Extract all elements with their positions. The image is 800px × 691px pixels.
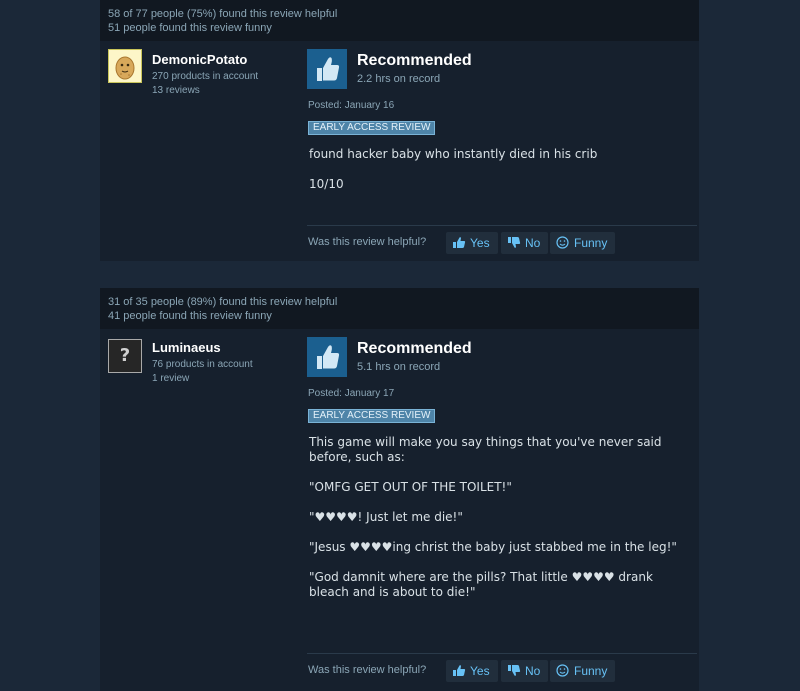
no-label: No <box>525 236 541 250</box>
vote-funny-button[interactable]: Funny <box>550 232 616 254</box>
thumbs-down-icon <box>508 665 521 676</box>
review-content: This game will make you say things that … <box>309 435 689 615</box>
review-body: DemonicPotato 270 products in account 13… <box>100 41 699 261</box>
thumbs-up-icon <box>453 665 466 676</box>
thumbs-down-icon <box>508 237 521 248</box>
review-body: ? Luminaeus 76 products in account 1 rev… <box>100 329 699 691</box>
author-reviews[interactable]: 13 reviews <box>152 84 258 98</box>
author-reviews[interactable]: 1 review <box>152 372 253 386</box>
potato-avatar <box>109 50 141 82</box>
avatar[interactable]: ? <box>108 339 142 373</box>
helpful-question: Was this review helpful? <box>308 664 427 676</box>
recommendation-title[interactable]: Recommended <box>357 340 472 358</box>
recommendation-title[interactable]: Recommended <box>357 52 472 70</box>
author-info: Luminaeus 76 products in account 1 revie… <box>152 340 253 386</box>
review-paragraph: "♥♥♥♥! Just let me die!" <box>309 510 463 524</box>
hours-on-record: 5.1 hrs on record <box>357 361 441 373</box>
early-access-badge: EARLY ACCESS REVIEW <box>308 121 436 135</box>
review-paragraph: "Jesus ♥♥♥♥ing christ the baby just stab… <box>309 540 677 554</box>
vote-yes-button[interactable]: Yes <box>446 660 498 682</box>
helpful-question: Was this review helpful? <box>308 236 427 248</box>
hours-on-record: 2.2 hrs on record <box>357 73 441 85</box>
vote-funny-button[interactable]: Funny <box>550 660 616 682</box>
vote-yes-button[interactable]: Yes <box>446 232 498 254</box>
helpful-stat: 58 of 77 people (75%) found this review … <box>108 8 338 20</box>
early-access-badge: EARLY ACCESS REVIEW <box>308 409 436 423</box>
review-card: 58 of 77 people (75%) found this review … <box>100 0 699 261</box>
funny-label: Funny <box>574 236 608 250</box>
review-card: 31 of 35 people (89%) found this review … <box>100 288 699 691</box>
review-content: found hacker baby who instantly died in … <box>309 147 689 207</box>
review-paragraph: "God damnit where are the pills? That li… <box>309 570 653 599</box>
no-label: No <box>525 664 541 678</box>
yes-label: Yes <box>470 236 490 250</box>
vote-no-button[interactable]: No <box>501 660 549 682</box>
vote-no-button[interactable]: No <box>501 232 549 254</box>
posted-date: Posted: January 17 <box>308 388 395 399</box>
thumbs-up-icon <box>307 337 347 377</box>
funny-stat: 41 people found this review funny <box>108 310 272 322</box>
author-name[interactable]: DemonicPotato <box>152 52 258 67</box>
funny-stat: 51 people found this review funny <box>108 22 272 34</box>
author-products[interactable]: 76 products in account <box>152 358 253 372</box>
divider <box>307 225 697 226</box>
author-name[interactable]: Luminaeus <box>152 340 253 355</box>
smiley-icon <box>556 664 569 677</box>
smiley-icon <box>556 236 569 249</box>
avatar[interactable] <box>108 49 142 83</box>
author-info: DemonicPotato 270 products in account 13… <box>152 52 258 98</box>
review-stats: 31 of 35 people (89%) found this review … <box>100 288 699 329</box>
review-paragraph: 10/10 <box>309 177 344 191</box>
divider <box>307 653 697 654</box>
posted-date: Posted: January 16 <box>308 100 395 111</box>
thumbs-up-icon <box>453 237 466 248</box>
helpful-stat: 31 of 35 people (89%) found this review … <box>108 296 338 308</box>
unknown-avatar: ? <box>119 345 131 366</box>
review-stats: 58 of 77 people (75%) found this review … <box>100 0 699 41</box>
author-products[interactable]: 270 products in account <box>152 70 258 84</box>
thumbs-up-icon <box>307 49 347 89</box>
review-paragraph: This game will make you say things that … <box>309 435 662 464</box>
funny-label: Funny <box>574 664 608 678</box>
review-paragraph: found hacker baby who instantly died in … <box>309 147 598 161</box>
yes-label: Yes <box>470 664 490 678</box>
review-paragraph: "OMFG GET OUT OF THE TOILET!" <box>309 480 512 494</box>
